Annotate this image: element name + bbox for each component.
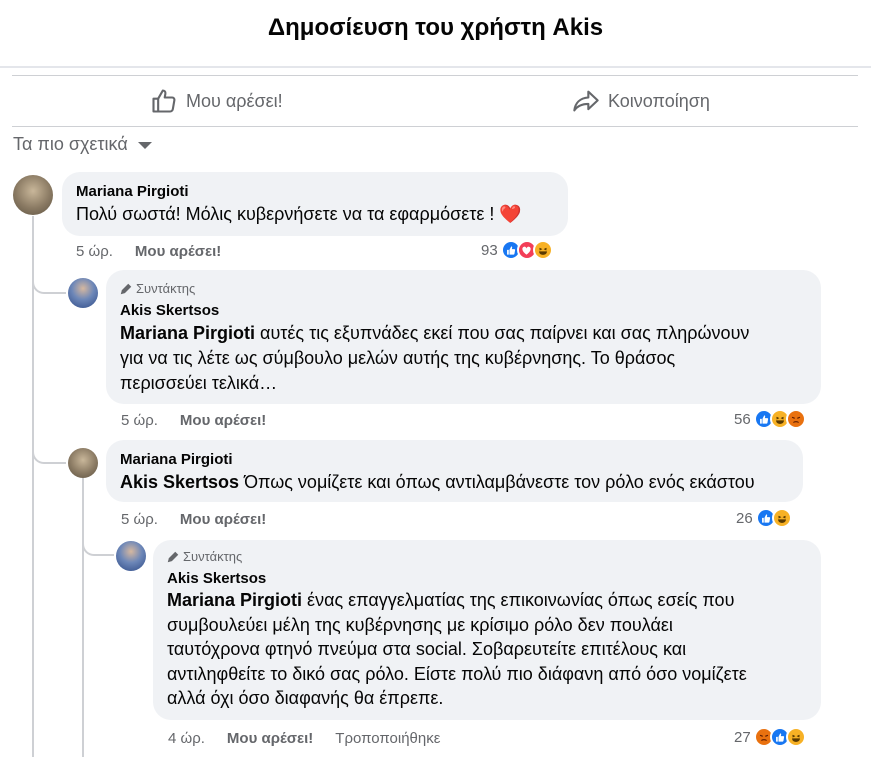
comment-line: ταυτόχρονα φτηνό πνεύμα στα social. Σοβα… [167,639,687,659]
reaction-summary[interactable]: 93 [481,240,553,260]
sort-label: Τα πιο σχετικά [13,134,128,154]
author-badge: Συντάκτης [120,281,807,296]
comment-time[interactable]: 5 ώρ. [121,511,158,528]
comment-line: ένας επαγγελματίας της επικοινωνίας όπως… [307,590,735,610]
edited-label[interactable]: Τροποποιήθηκε [335,730,440,747]
page-title: Δημοσίευση του χρήστη Akis [267,14,604,41]
author-badge: Συντάκτης [167,549,807,564]
reaction-summary[interactable]: 56 [734,409,806,429]
mention-link[interactable]: Akis Skertsos [120,472,239,492]
haha-icon [771,508,792,528]
post-header: Δημοσίευση του χρήστη Akis [0,0,871,66]
mention-link[interactable]: Mariana Pirgioti [167,590,302,610]
comment-bubble: Mariana Pirgioti Πολύ σωστά! Μόλις κυβερ… [62,172,568,236]
comment-like-link[interactable]: Μου αρέσει! [180,511,266,528]
comment-meta: 5 ώρ. Μου αρέσει! [121,511,266,528]
avatar[interactable] [116,541,146,571]
thread-line [32,216,34,757]
caret-down-icon [137,142,152,149]
badge-label: Συντάκτης [183,549,243,564]
comment-text: Akis Skertsos Όπως νομίζετε και όπως αντ… [120,470,789,495]
comment-line: Όπως νομίζετε και όπως αντιλαμβάνεστε το… [244,472,755,492]
like-button[interactable]: Μου αρέσει! [150,76,283,126]
comment-author[interactable]: Akis Skertsos [120,302,807,319]
comment-line: συμβουλεύει μέλη της κυβέρνησης με κρίσι… [167,614,673,635]
comment-like-link[interactable]: Μου αρέσει! [180,412,266,429]
reaction-summary[interactable]: 26 [736,508,792,528]
share-button-label: Κοινοποίηση [608,90,710,111]
comment-time[interactable]: 4 ώρ. [168,730,205,747]
comment-meta: 5 ώρ. Μου αρέσει! [76,243,221,260]
comment-line: για να τις λέτε ως σύμβουλο μελών αυτής … [120,348,676,368]
comment-meta: 5 ώρ. Μου αρέσει! [121,412,266,429]
comment-line: αλλά όχι όσο διαφανής θα έπρεπε. [167,688,444,708]
thread-connector [32,270,66,294]
comment-time[interactable]: 5 ώρ. [76,243,113,260]
post-action-bar: Μου αρέσει! Κοινοποίηση [12,75,858,127]
comment-bubble: Συντάκτης Akis Skertsos Mariana Pirgioti… [106,270,821,404]
haha-icon [785,727,806,747]
reaction-count: 93 [481,241,498,259]
comment-text: Mariana Pirgioti ένας επαγγελματίας της … [167,588,807,711]
comment-line: περισσεύει τελικά… [120,373,278,393]
header-divider [0,66,871,68]
comment-meta: 4 ώρ. Μου αρέσει! Τροποποιήθηκε [168,730,440,747]
avatar[interactable] [13,175,53,215]
comment-text: Mariana Pirgioti αυτές τις εξυπνάδες εκε… [120,321,807,396]
comment-author[interactable]: Mariana Pirgioti [120,451,789,468]
thread-connector [32,440,66,464]
comment-time[interactable]: 5 ώρ. [121,412,158,429]
reaction-count: 27 [734,728,751,746]
reaction-count: 26 [736,509,753,527]
like-button-label: Μου αρέσει! [186,90,283,111]
thumbs-up-icon [152,89,176,113]
avatar[interactable] [68,278,98,308]
comment-sort-dropdown[interactable]: Τα πιο σχετικά [13,134,152,155]
share-button[interactable]: Κοινοποίηση [572,76,710,126]
avatar[interactable] [68,448,98,478]
thread-connector [82,532,114,556]
angry-icon [785,409,806,429]
comment-like-link[interactable]: Μου αρέσει! [227,730,313,747]
comment-like-link[interactable]: Μου αρέσει! [135,243,221,260]
comment-bubble: Συντάκτης Akis Skertsos Mariana Pirgioti… [153,540,821,720]
badge-label: Συντάκτης [136,281,196,296]
comment-text: Πολύ σωστά! Μόλις κυβερνήσετε να τα εφαρ… [76,204,522,224]
pen-icon [167,551,179,562]
comment-bubble: Mariana Pirgioti Akis Skertsos Όπως νομί… [106,440,803,502]
mention-link[interactable]: Mariana Pirgioti [120,323,255,343]
comment-author[interactable]: Akis Skertsos [167,570,807,587]
share-arrow-icon [573,90,599,112]
thread-line [82,478,84,757]
reaction-summary[interactable]: 27 [734,727,806,747]
pen-icon [120,283,132,294]
comment-author[interactable]: Mariana Pirgioti [76,183,554,200]
reaction-count: 56 [734,410,751,428]
comment-line: αυτές τις εξυπνάδες εκεί που σας παίρνει… [260,323,750,343]
comment-line: αντιληφθείτε το δικό σας ρόλο. Είστε πολ… [167,663,747,684]
haha-icon [532,240,553,260]
